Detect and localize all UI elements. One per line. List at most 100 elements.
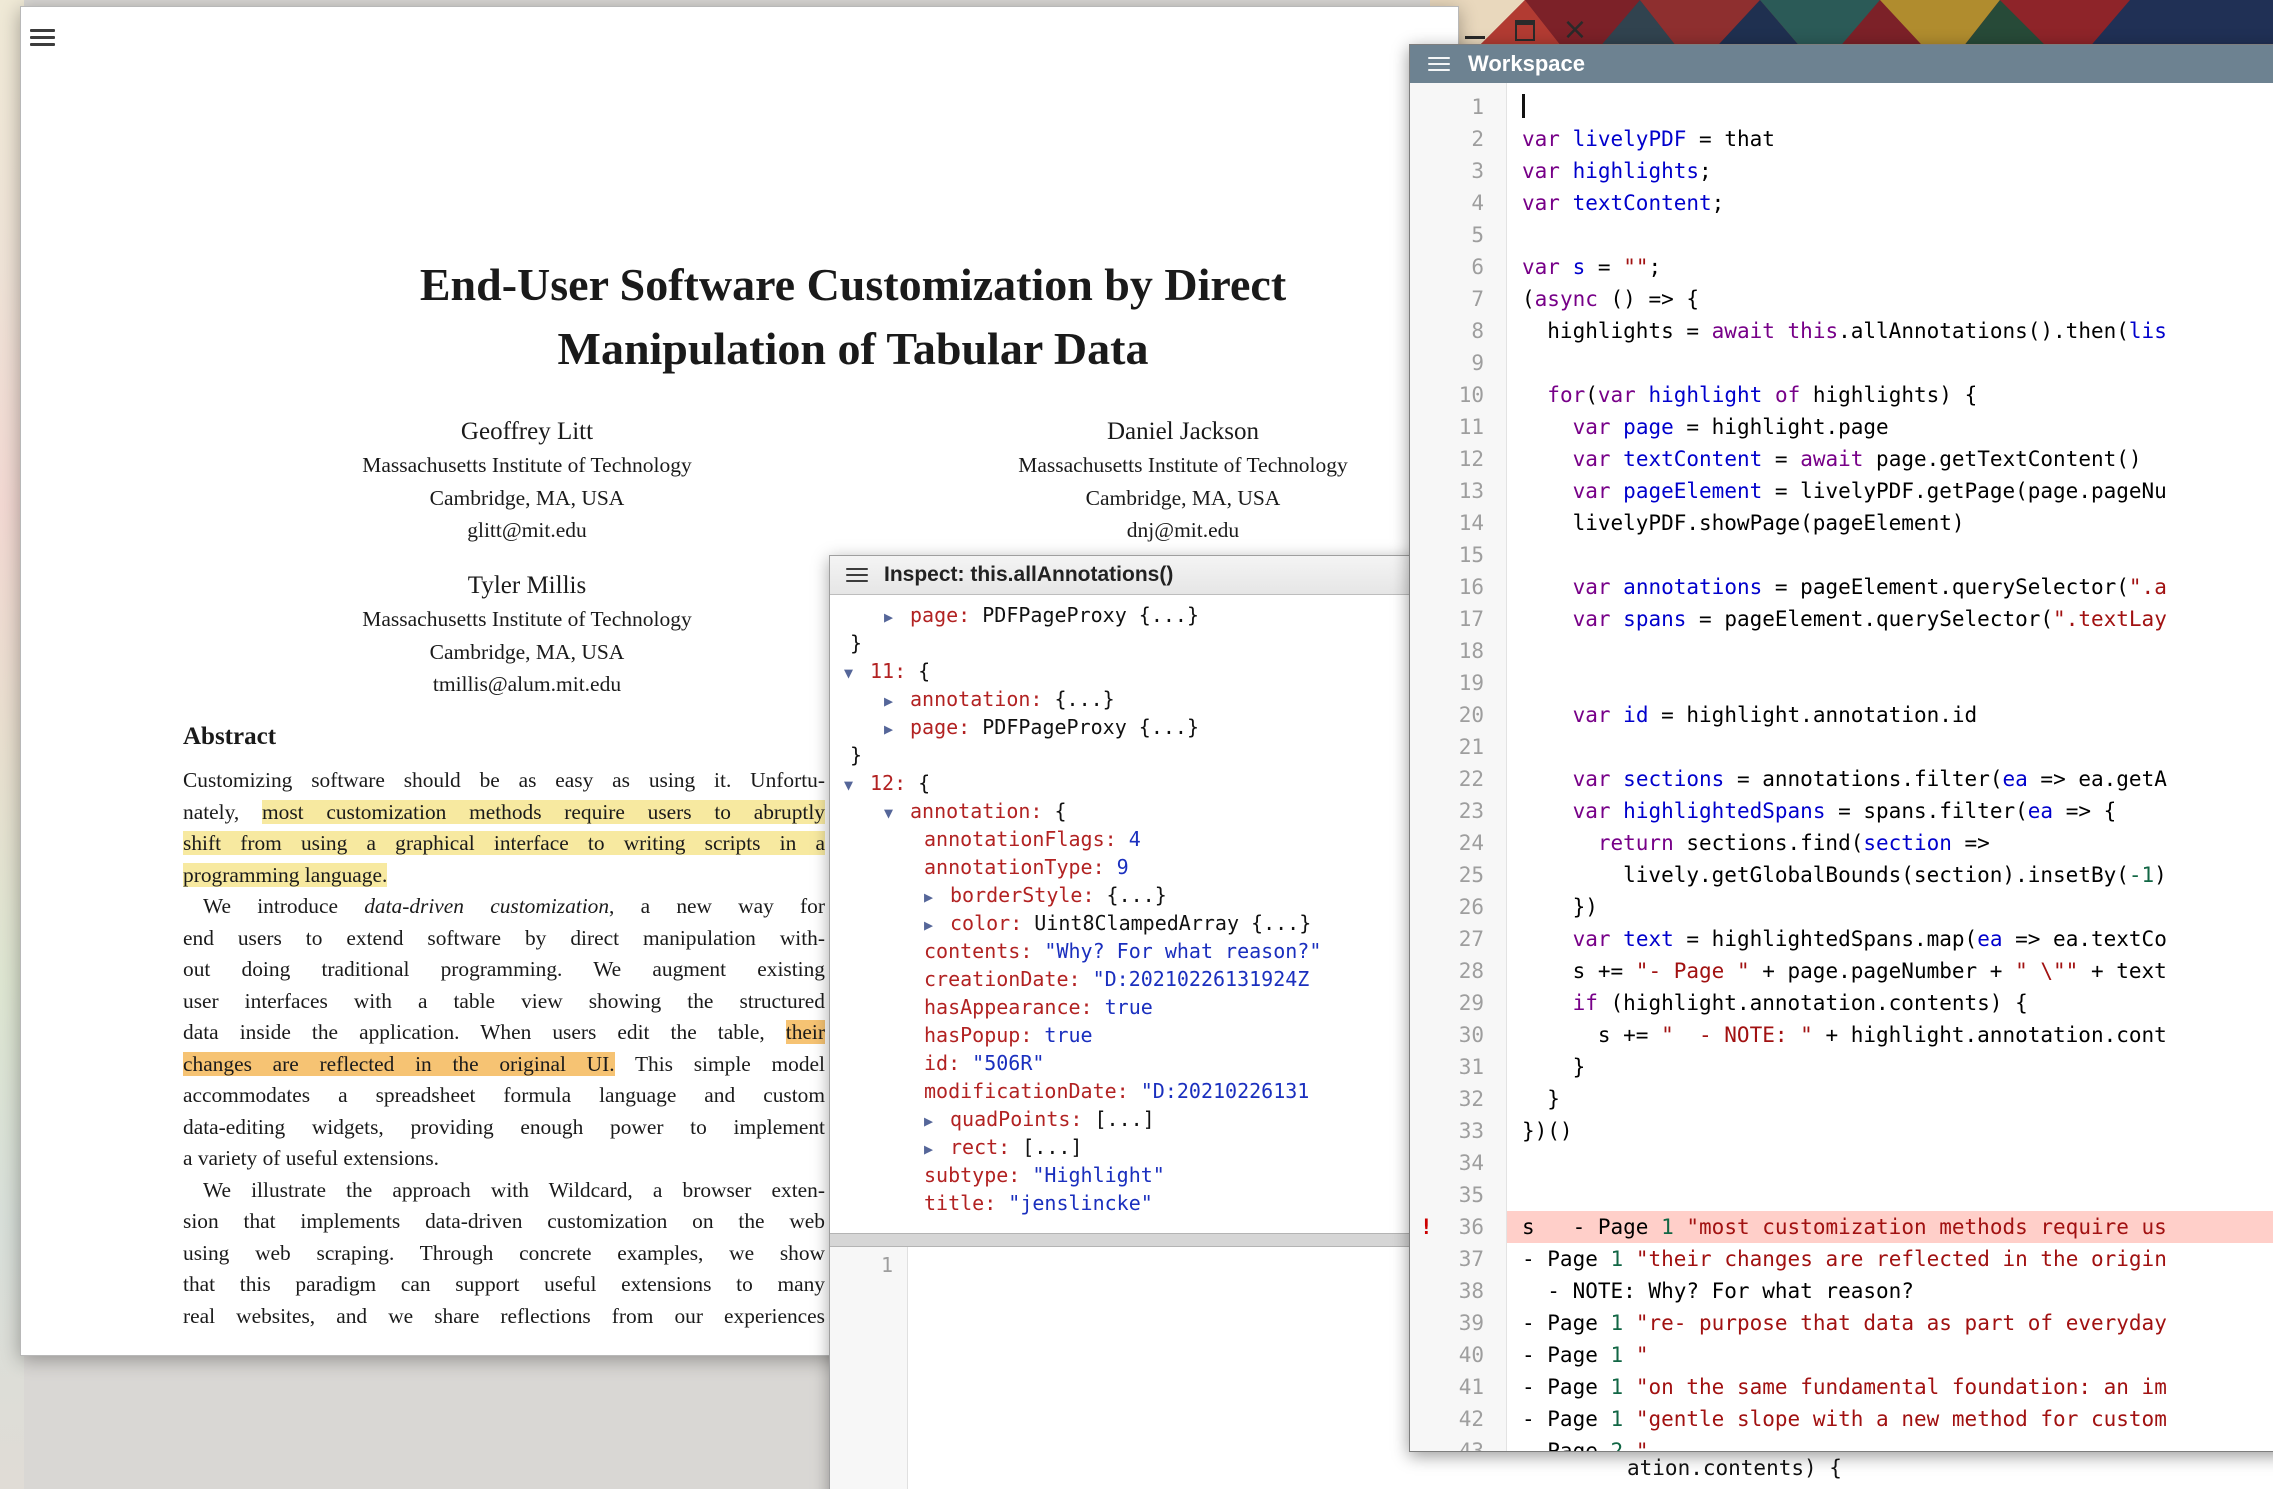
code-token: - Page — [1522, 1407, 1611, 1431]
code-token: + text — [2078, 959, 2167, 983]
code-line[interactable]: 28 s += "- Page " + page.pageNumber + " … — [1410, 955, 2273, 987]
code-line[interactable]: 5 — [1410, 219, 2273, 251]
property-key: creationDate: — [924, 967, 1093, 991]
code-line[interactable]: 43- Page 2 " — [1410, 1435, 2273, 1451]
code-token: + page.pageNumber + — [1750, 959, 2016, 983]
code-line[interactable]: 16 var annotations = pageElement.querySe… — [1410, 571, 2273, 603]
author-block-1: Geoffrey Litt Massachusetts Institute of… — [362, 415, 692, 547]
code-text — [1522, 91, 2273, 123]
code-line[interactable]: 20 var id = highlight.annotation.id — [1410, 699, 2273, 731]
code-token: "most customization methods require us — [1686, 1215, 2166, 1239]
property-key: title: — [924, 1191, 1008, 1215]
code-line[interactable]: 31 } — [1410, 1051, 2273, 1083]
code-line[interactable]: 21 — [1410, 731, 2273, 763]
code-line[interactable]: 42- Page 1 "gentle slope with a new meth… — [1410, 1403, 2273, 1435]
property-value: PDFPageProxy {...} — [982, 715, 1199, 739]
code-text: - Page 1 "on the same fundamental founda… — [1522, 1371, 2273, 1403]
maximize-icon[interactable] — [1512, 17, 1538, 43]
code-text: var highlights; — [1522, 155, 2273, 187]
code-line[interactable]: 18 — [1410, 635, 2273, 667]
code-line[interactable]: 27 var text = highlightedSpans.map(ea =>… — [1410, 923, 2273, 955]
property-key: page: — [910, 715, 982, 739]
close-icon[interactable]: × — [1562, 17, 1588, 43]
abstract-line: accommodates a spreadsheet formula langu… — [183, 1080, 825, 1112]
expand-arrow-icon[interactable]: ▶ — [884, 715, 910, 743]
expand-arrow-icon[interactable]: ▶ — [924, 883, 950, 911]
code-token — [1611, 415, 1624, 439]
code-line[interactable]: 1 — [1410, 91, 2273, 123]
collapse-arrow-icon[interactable]: ▼ — [844, 771, 870, 799]
code-line[interactable]: 2var livelyPDF = that — [1410, 123, 2273, 155]
code-line[interactable]: 14 livelyPDF.showPage(pageElement) — [1410, 507, 2273, 539]
code-line[interactable]: 6var s = ""; — [1410, 251, 2273, 283]
code-line[interactable]: 29 if (highlight.annotation.contents) { — [1410, 987, 2273, 1019]
code-line[interactable]: 11 var page = highlight.page — [1410, 411, 2273, 443]
code-line[interactable]: 4var textContent; — [1410, 187, 2273, 219]
author-block-2: Daniel Jackson Massachusetts Institute o… — [1018, 415, 1348, 547]
workspace-window[interactable]: Workspace 12var livelyPDF = that3var hig… — [1409, 44, 2273, 1452]
code-token: highlightedSpans — [1623, 799, 1825, 823]
workspace-code[interactable]: 12var livelyPDF = that3var highlights;4v… — [1410, 83, 2273, 1451]
code-token: - Page — [1522, 1439, 1611, 1451]
code-line[interactable]: 35 — [1410, 1179, 2273, 1211]
code-token: ea — [2002, 767, 2027, 791]
expand-arrow-icon[interactable]: ▶ — [924, 911, 950, 939]
code-line[interactable]: 17 var spans = pageElement.querySelector… — [1410, 603, 2273, 635]
code-line[interactable]: 23 var highlightedSpans = spans.filter(e… — [1410, 795, 2273, 827]
line-number: 26 — [1410, 891, 1484, 923]
property-key: 11: — [870, 659, 918, 683]
abstract-text: Customizing software should be as easy a… — [183, 765, 825, 1332]
workspace-titlebar[interactable]: Workspace — [1410, 45, 2273, 83]
expand-arrow-icon[interactable]: ▶ — [924, 1107, 950, 1135]
abstract-segment: data-driven customization — [364, 894, 609, 918]
expand-arrow-icon[interactable]: ▶ — [924, 1135, 950, 1163]
code-token: 1 — [1661, 1215, 1674, 1239]
minimize-icon[interactable] — [1462, 17, 1488, 43]
property-key: quadPoints: — [950, 1107, 1095, 1131]
code-line[interactable]: 40- Page 1 " — [1410, 1339, 2273, 1371]
code-token — [1522, 831, 1598, 855]
expand-arrow-icon[interactable]: ▶ — [884, 603, 910, 631]
code-line[interactable]: 7(async () => { — [1410, 283, 2273, 315]
code-line[interactable]: 24 return sections.find(section => — [1410, 827, 2273, 859]
code-line[interactable]: 13 var pageElement = livelyPDF.getPage(p… — [1410, 475, 2273, 507]
background-code-fragment: ation.contents) { — [1627, 1456, 1842, 1480]
code-token: () => { — [1598, 287, 1699, 311]
code-line[interactable]: 15 — [1410, 539, 2273, 571]
expand-arrow-icon[interactable]: ▶ — [884, 687, 910, 715]
line-number: 6 — [1410, 251, 1484, 283]
code-line[interactable]: 33})() — [1410, 1115, 2273, 1147]
code-line[interactable]: 26 }) — [1410, 891, 2273, 923]
code-line[interactable]: 37- Page 1 "their changes are reflected … — [1410, 1243, 2273, 1275]
inspector-menu-icon[interactable] — [846, 564, 868, 586]
code-line[interactable]: 38 - NOTE: Why? For what reason? — [1410, 1275, 2273, 1307]
code-line[interactable]: 25 lively.getGlobalBounds(section).inset… — [1410, 859, 2273, 891]
code-line[interactable]: 36!s - Page 1 "most customization method… — [1410, 1211, 2273, 1243]
collapse-arrow-icon[interactable]: ▼ — [844, 659, 870, 687]
workspace-menu-icon[interactable] — [1428, 53, 1450, 75]
code-line[interactable]: 9 — [1410, 347, 2273, 379]
code-line[interactable]: 12 var textContent = await page.getTextC… — [1410, 443, 2273, 475]
code-text: - Page 1 "their changes are reflected in… — [1522, 1243, 2273, 1275]
code-line[interactable]: 41- Page 1 "on the same fundamental foun… — [1410, 1371, 2273, 1403]
line-number: 18 — [1410, 635, 1484, 667]
collapse-arrow-icon[interactable]: ▼ — [884, 799, 910, 827]
abstract-segment: real websites, and we share reflections … — [183, 1304, 825, 1328]
code-token — [1611, 703, 1624, 727]
code-line[interactable]: 32 } — [1410, 1083, 2273, 1115]
code-line[interactable]: 22 var sections = annotations.filter(ea … — [1410, 763, 2273, 795]
abstract-line: real websites, and we share reflections … — [183, 1301, 825, 1333]
code-token: livelyPDF.showPage(pageElement) — [1522, 511, 1965, 535]
line-number: 33 — [1410, 1115, 1484, 1147]
code-line[interactable]: 8 highlights = await this.allAnnotations… — [1410, 315, 2273, 347]
code-line[interactable]: 30 s += " - NOTE: " + highlight.annotati… — [1410, 1019, 2273, 1051]
code-line[interactable]: 19 — [1410, 667, 2273, 699]
property-key: annotationFlags: — [924, 827, 1129, 851]
line-number: 40 — [1410, 1339, 1484, 1371]
pdf-menu-icon[interactable] — [30, 25, 55, 50]
code-text: if (highlight.annotation.contents) { — [1522, 987, 2273, 1019]
code-line[interactable]: 34 — [1410, 1147, 2273, 1179]
code-line[interactable]: 39- Page 1 "re- purpose that data as par… — [1410, 1307, 2273, 1339]
code-line[interactable]: 10 for(var highlight of highlights) { — [1410, 379, 2273, 411]
code-line[interactable]: 3var highlights; — [1410, 155, 2273, 187]
